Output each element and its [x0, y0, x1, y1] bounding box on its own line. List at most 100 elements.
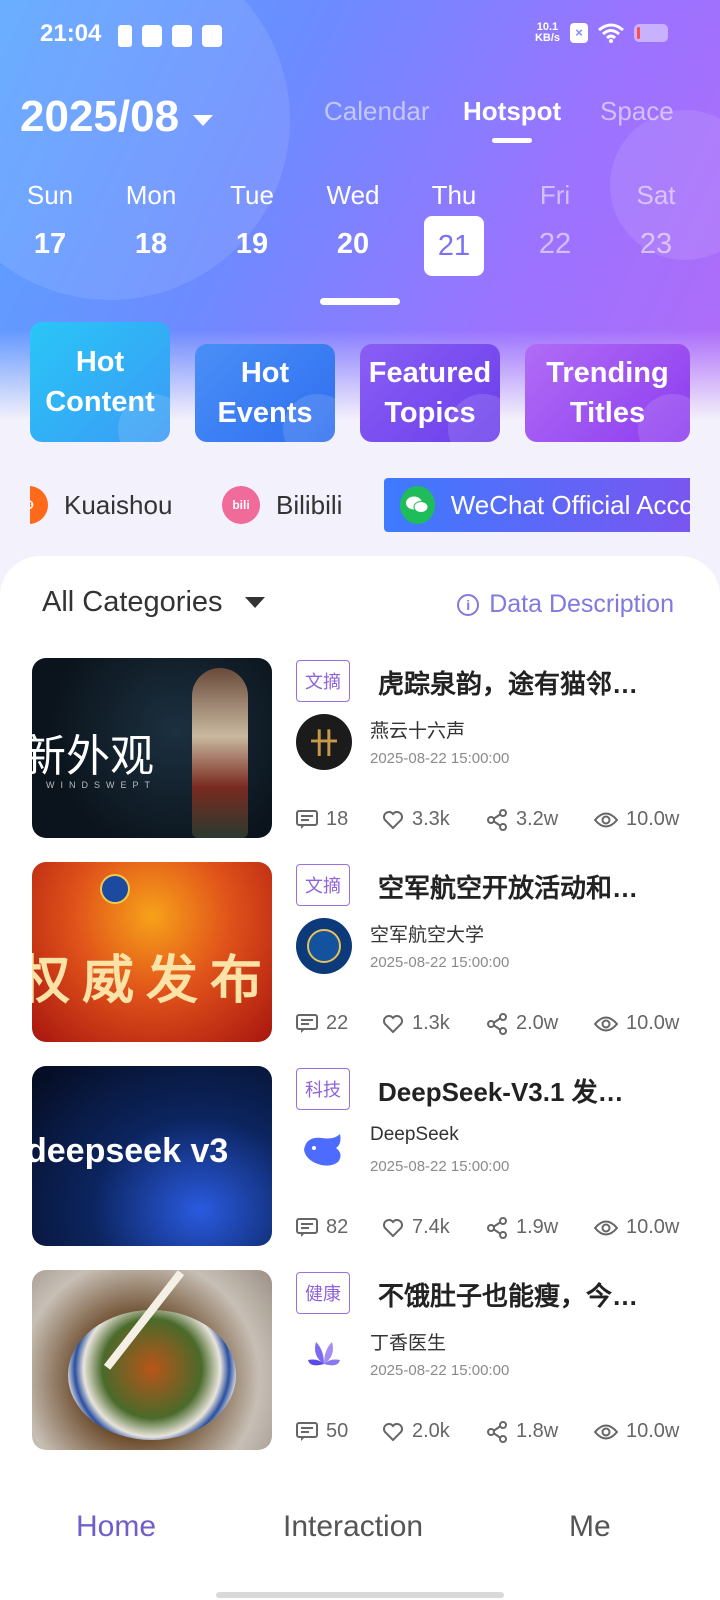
comment-count: 82 [296, 1216, 348, 1239]
author-name: 燕云十六声 [370, 721, 466, 742]
eye-icon [594, 812, 618, 827]
status-bar: 21:04 10.1 KB/s × [0, 0, 720, 72]
eye-icon [594, 1016, 618, 1031]
content-panel: All Categories i Data Description 新外观 WI… [0, 556, 720, 1486]
kuaishou-icon: ❸ [30, 486, 48, 524]
week-strip: Sun 17 Mon 18 Tue 19 Wed 20 Thu 21 Fri 2… [0, 180, 720, 290]
platform-tabs: ❸ Kuaishou bili Bilibili WeChat Official… [30, 478, 690, 532]
list-item[interactable]: 权威发布 文摘 空军航空开放活动和… 空军航空大学 2025-08-22 15:… [32, 862, 692, 1042]
no-sim-icon: × [570, 23, 588, 43]
share-icon [487, 1012, 507, 1035]
nav-home[interactable]: Home [76, 1510, 156, 1544]
tab-hotspot[interactable]: Hotspot [463, 96, 561, 143]
item-stats: 22 1.3k 2.0w 10.0w [296, 1012, 696, 1042]
thumbnail-image: deepseek v3 [32, 1066, 272, 1246]
battery-icon [634, 24, 668, 42]
share-count: 1.9w [486, 1216, 558, 1239]
top-tabs: Calendar Hotspot Space [0, 96, 720, 146]
nav-me[interactable]: Me [569, 1510, 611, 1544]
share-icon [487, 1216, 507, 1239]
comment-count: 18 [296, 808, 348, 831]
like-count: 7.4k [382, 1216, 450, 1239]
noodle-bowl [68, 1310, 236, 1440]
author-name: DeepSeek [370, 1124, 459, 1145]
day-sun[interactable]: Sun 17 [10, 180, 90, 261]
vivo-app-icon [142, 25, 162, 47]
eye-icon [594, 1424, 618, 1439]
heart-icon [383, 1014, 403, 1033]
wechat-icon [400, 486, 435, 524]
eye-icon [594, 1220, 618, 1235]
item-stats: 82 7.4k 1.9w 10.0w [296, 1216, 696, 1246]
item-title: 空军航空开放活动和… [378, 873, 639, 903]
day-fri[interactable]: Fri 22 [515, 180, 595, 261]
heart-icon [383, 810, 403, 829]
list-item[interactable]: 新外观 WINDSWEPT 文摘 虎踪泉韵，途有猫邻… 卄 燕云十六声 2025… [32, 658, 692, 838]
info-icon: i [457, 593, 480, 616]
card-hot-content[interactable]: Hot Content [30, 322, 170, 442]
tab-calendar[interactable]: Calendar [324, 96, 430, 127]
item-title: 虎踪泉韵，途有猫邻… [378, 669, 639, 699]
view-count: 10.0w [594, 1420, 679, 1443]
share-count: 3.2w [486, 808, 558, 831]
share-icon [487, 1420, 507, 1443]
thumbnail-image: 权威发布 [32, 862, 272, 1042]
network-speed: 10.1 KB/s [534, 21, 560, 44]
tab-space[interactable]: Space [600, 96, 674, 127]
category-dropdown[interactable]: All Categories [42, 586, 265, 619]
system-status: 10.1 KB/s × [535, 22, 668, 44]
author-avatar [296, 1326, 352, 1382]
day-tue[interactable]: Tue 19 [212, 180, 292, 261]
share-count: 2.0w [486, 1012, 558, 1035]
whale-logo-icon [304, 1134, 341, 1166]
bottom-nav: Home Interaction Me [0, 1486, 720, 1600]
list-item[interactable]: 健康 不饿肚子也能瘦，今… 丁香医生 2025-08-22 15:00:00 5… [32, 1270, 692, 1450]
item-title: DeepSeek-V3.1 发… [378, 1077, 624, 1107]
thumbnail-image [32, 1270, 272, 1450]
category-tag: 文摘 [296, 660, 350, 702]
item-stats: 50 2.0k 1.8w 10.0w [296, 1420, 696, 1450]
category-tag: 健康 [296, 1272, 350, 1314]
thumbnail-image: 新外观 WINDSWEPT [32, 658, 272, 838]
author-avatar [296, 1122, 352, 1178]
category-cards: Hot Content Hot Events Featured Topics Tren… [0, 322, 720, 442]
active-tab-indicator [492, 138, 533, 143]
like-count: 3.3k [382, 808, 450, 831]
platform-kuaishou[interactable]: ❸ Kuaishou [30, 478, 172, 532]
comment-icon [296, 1421, 318, 1441]
day-wed[interactable]: Wed 20 [313, 180, 393, 261]
publish-date: 2025-08-22 15:00:00 [370, 750, 510, 767]
character-figure [192, 668, 248, 838]
view-count: 10.0w [594, 808, 679, 831]
author-name: 丁香医生 [370, 1333, 447, 1354]
card-hot-events[interactable]: Hot Events [195, 344, 335, 442]
list-item[interactable]: deepseek v3 科技 DeepSeek-V3.1 发… DeepSeek… [32, 1066, 692, 1246]
comment-count: 22 [296, 1012, 348, 1035]
publish-date: 2025-08-22 15:00:00 [370, 1362, 510, 1379]
view-count: 10.0w [594, 1216, 679, 1239]
gesture-bar[interactable] [216, 1592, 504, 1598]
comment-icon [296, 1217, 318, 1237]
caret-down-icon [244, 597, 265, 608]
comment-icon [296, 1013, 318, 1033]
day-sat[interactable]: Sat 23 [616, 180, 696, 261]
item-stats: 18 3.3k 3.2w 10.0w [296, 808, 696, 838]
message-icon [202, 25, 222, 47]
status-time: 21:04 [40, 20, 102, 47]
data-description-link[interactable]: i Data Description [457, 590, 674, 619]
platform-wechat[interactable]: WeChat Official Acco [384, 478, 690, 532]
item-title: 不饿肚子也能瘦，今… [378, 1281, 639, 1311]
nav-interaction[interactable]: Interaction [283, 1510, 423, 1544]
sim-icon [118, 25, 132, 47]
category-tag: 科技 [296, 1068, 350, 1110]
view-count: 10.0w [594, 1012, 679, 1035]
day-thu[interactable]: Thu 21 [414, 180, 494, 276]
day-mon[interactable]: Mon 18 [111, 180, 191, 261]
platform-bilibili[interactable]: bili Bilibili [222, 478, 342, 532]
like-count: 1.3k [382, 1012, 450, 1035]
share-icon [487, 808, 507, 831]
like-count: 2.0k [382, 1420, 450, 1443]
card-featured-topics[interactable]: Featured Topics [360, 344, 500, 442]
card-trending-titles[interactable]: Trending Titles [525, 344, 690, 442]
heart-icon [383, 1422, 403, 1441]
